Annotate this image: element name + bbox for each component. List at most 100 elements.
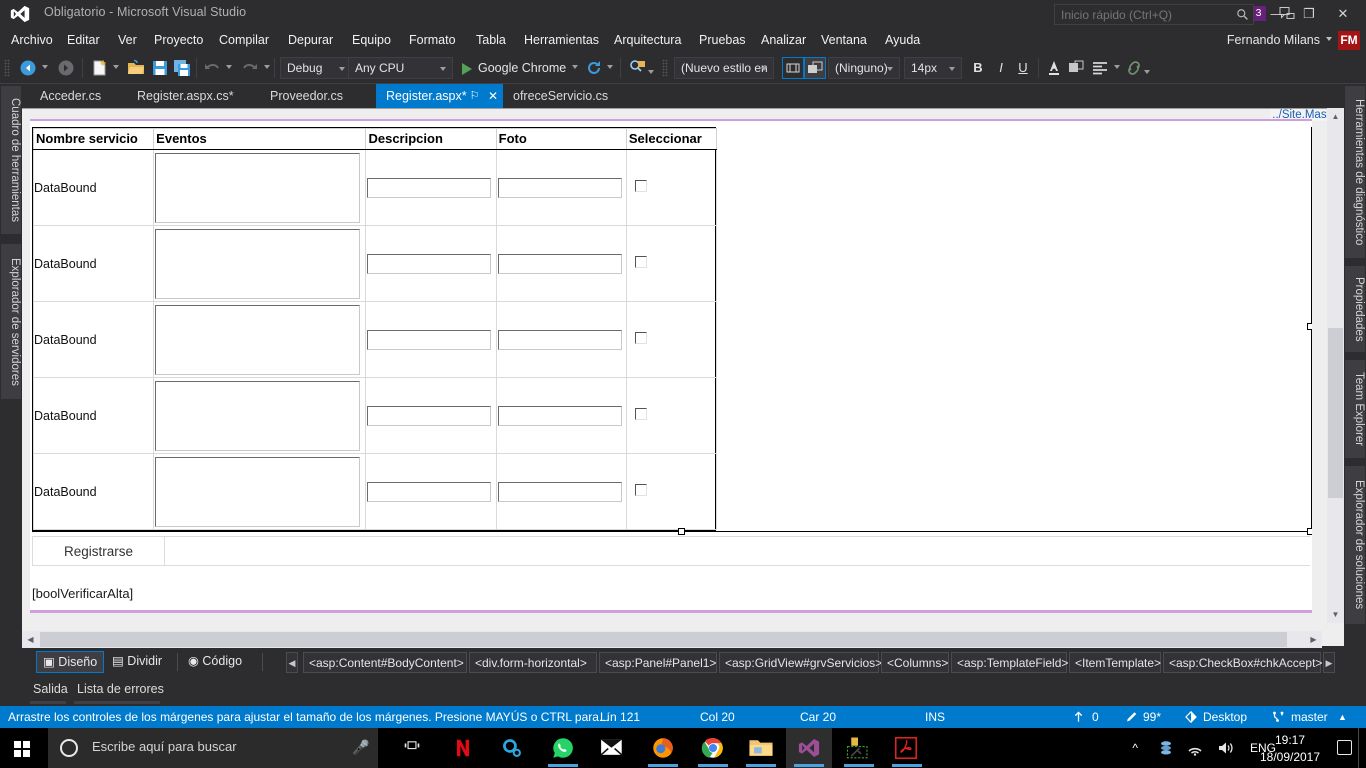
sidebar-item-diagnostic-tools[interactable]: Herramientas de diagnóstico (1345, 86, 1365, 258)
tag-asp-gridview-grvservicios[interactable]: <asp:GridView#grvServicios> (719, 652, 882, 673)
tab-salida[interactable]: Salida (28, 680, 73, 700)
foto-textbox[interactable] (497, 177, 622, 198)
format-overflow-icon[interactable] (1144, 70, 1150, 74)
eventos-textbox[interactable] (155, 304, 361, 375)
save-all-icon[interactable] (172, 58, 192, 78)
italic-button[interactable]: I (991, 58, 1011, 78)
new-project-dropdown-icon[interactable] (113, 65, 119, 69)
selection-handle[interactable] (1307, 528, 1312, 535)
horizontal-scroll-thumb[interactable] (40, 632, 1287, 647)
descripcion-textbox[interactable] (367, 329, 492, 350)
menu-equipo[interactable]: Equipo (347, 28, 396, 52)
navigate-backward-dropdown-icon[interactable] (42, 65, 48, 69)
view-code-button[interactable]: ◉ Código (182, 651, 248, 673)
status-pending-changes[interactable]: 0 (1092, 706, 1099, 728)
menu-analizar[interactable]: Analizar (756, 28, 811, 52)
menu-arquitectura[interactable]: Arquitectura (609, 28, 686, 52)
wifi-icon[interactable] (1186, 740, 1204, 756)
table-row[interactable]: DataBound (32, 377, 718, 454)
solution-platform-combo[interactable]: Any CPU (348, 57, 453, 79)
status-unsaved-edits[interactable]: 99* (1143, 706, 1161, 728)
tag-scroll-left-button[interactable]: ◀ (286, 652, 298, 673)
table-row[interactable]: DataBound (32, 225, 718, 302)
tab-ofrece-servicio-cs[interactable]: ofreceServicio.cs (503, 84, 618, 108)
visual-studio-app-button[interactable] (786, 728, 832, 768)
user-account-name[interactable]: Fernando Milans (1227, 28, 1320, 52)
eventos-textbox[interactable] (155, 228, 361, 299)
style-target-button[interactable] (782, 57, 804, 79)
start-debugging-icon[interactable] (462, 63, 472, 75)
redo-dropdown-icon[interactable] (264, 65, 270, 69)
web-forms-designer[interactable]: ../Site.Master Nombre servicio Eventos D… (22, 108, 1344, 646)
tag-asp-checkbox-chkaccept[interactable]: <asp:CheckBox#chkAccept> (1163, 652, 1322, 673)
menu-pruebas[interactable]: Pruebas (694, 28, 751, 52)
column-header-seleccionar[interactable]: Seleccionar (625, 128, 718, 150)
redo-icon[interactable] (240, 58, 260, 78)
column-header-nombre-servicio[interactable]: Nombre servicio (32, 128, 155, 150)
tab-register-aspx[interactable]: Register.aspx* (376, 84, 503, 108)
sidebar-item-properties[interactable]: Propiedades (1345, 266, 1365, 352)
sidebar-item-solution-explorer[interactable]: Explorador de soluciones (1345, 466, 1365, 624)
seleccionar-checkbox[interactable] (634, 180, 647, 192)
tag-div-form-horizontal[interactable]: <div.form-horizontal> (469, 652, 597, 673)
descripcion-textbox[interactable] (367, 253, 492, 274)
vertical-scroll-thumb[interactable] (1328, 328, 1343, 498)
open-file-icon[interactable] (126, 58, 146, 78)
css-class-combo[interactable]: (Ninguno) (828, 57, 900, 79)
chrome-app-button[interactable] (690, 728, 736, 768)
tag-itemtemplate[interactable]: <ItemTemplate> (1069, 652, 1161, 673)
selection-handle[interactable] (1307, 323, 1312, 330)
chevron-down-icon[interactable] (1326, 37, 1332, 41)
style-combo[interactable]: (Nuevo estilo en (674, 57, 774, 79)
action-center-icon[interactable] (1337, 740, 1352, 755)
gridview-grvservicios[interactable]: Nombre servicio Eventos Descripcion Foto… (32, 127, 718, 531)
find-in-files-icon[interactable] (628, 58, 648, 78)
maximize-button[interactable]: ❐ (1294, 0, 1324, 28)
scroll-left-icon[interactable]: ◀ (22, 631, 39, 648)
save-icon[interactable] (150, 58, 170, 78)
microphone-icon[interactable]: 🎤 (352, 739, 369, 757)
bold-button[interactable]: B (968, 58, 988, 78)
menu-depurar[interactable]: Depurar (283, 28, 338, 52)
seleccionar-checkbox[interactable] (634, 484, 647, 496)
menu-ver[interactable]: Ver (113, 28, 142, 52)
debug-target-dropdown-icon[interactable] (572, 65, 578, 69)
taskbar-clock[interactable]: 19:17 18/09/2017 (1248, 728, 1332, 768)
status-branch[interactable]: master (1291, 706, 1328, 728)
toolbar-grip[interactable] (4, 59, 10, 77)
underline-button[interactable]: U (1013, 58, 1033, 78)
volume-icon[interactable] (1217, 740, 1234, 756)
scroll-right-icon[interactable]: ▶ (1305, 631, 1322, 648)
foto-textbox[interactable] (497, 329, 622, 350)
quick-launch-input[interactable] (1055, 5, 1227, 24)
tab-proveedor-cs[interactable]: Proveedor.cs (260, 84, 353, 108)
firefox-app-button[interactable] (640, 728, 686, 768)
undo-dropdown-icon[interactable] (226, 65, 232, 69)
descripcion-textbox[interactable] (367, 405, 492, 426)
designer-horizontal-scrollbar[interactable]: ◀ ▶ (22, 631, 1322, 648)
sidebar-item-toolbox[interactable]: Cuadro de herramientas (1, 86, 21, 234)
tag-columns[interactable]: <Columns> (881, 652, 949, 673)
sidebar-item-server-explorer[interactable]: Explorador de servidores (1, 244, 21, 399)
menu-herramientas[interactable]: Herramientas (519, 28, 604, 52)
eventos-textbox[interactable] (155, 456, 361, 527)
align-dropdown-icon[interactable] (1114, 65, 1120, 69)
menu-editar[interactable]: Editar (62, 28, 105, 52)
refresh-icon[interactable] (584, 58, 604, 78)
menu-archivo[interactable]: Archivo (6, 28, 58, 52)
format-toolbar-grip[interactable] (662, 59, 668, 77)
settings-app-button[interactable] (490, 728, 536, 768)
quick-launch-box[interactable] (1054, 4, 1254, 25)
minimize-button[interactable]: — (1262, 0, 1292, 28)
sidebar-item-team-explorer[interactable]: Team Explorer (1345, 360, 1365, 458)
table-row[interactable]: DataBound (32, 301, 718, 378)
font-color-icon[interactable] (1044, 58, 1064, 78)
tag-asp-panel-panel1[interactable]: <asp:Panel#Panel1> (599, 652, 717, 673)
eventos-textbox[interactable] (155, 380, 361, 451)
descripcion-textbox[interactable] (367, 177, 492, 198)
style-container-button[interactable] (804, 57, 826, 79)
scroll-up-icon[interactable]: ▲ (1327, 108, 1344, 125)
status-branch-caret[interactable]: ▲ (1338, 706, 1347, 728)
table-row[interactable]: DataBound (32, 149, 718, 226)
descripcion-textbox[interactable] (367, 481, 492, 502)
